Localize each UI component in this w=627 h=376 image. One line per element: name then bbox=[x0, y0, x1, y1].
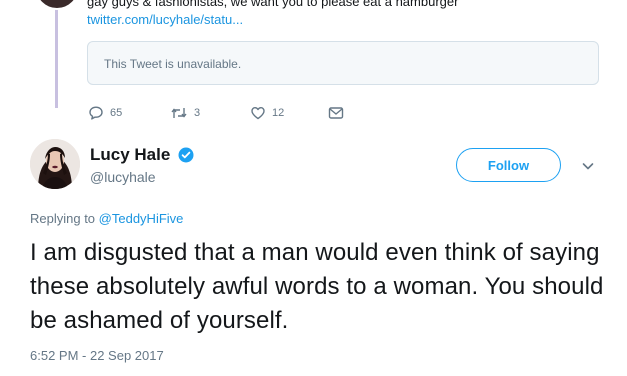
like-count: 12 bbox=[272, 107, 285, 119]
tweet-timestamp[interactable]: 6:52 PM - 22 Sep 2017 bbox=[30, 348, 164, 363]
previous-tweet-actions: 65 3 12 bbox=[88, 103, 344, 123]
heart-icon bbox=[251, 107, 265, 120]
previous-tweet-text: gay guys & fashionistas, we want you to … bbox=[87, 0, 459, 9]
like-button[interactable]: 12 bbox=[250, 105, 328, 121]
direct-message-icon bbox=[328, 107, 344, 119]
previous-tweet-link[interactable]: twitter.com/lucyhale/statu... bbox=[87, 12, 243, 27]
replying-to-mention[interactable]: @TeddyHiFive bbox=[99, 211, 184, 226]
retweet-icon bbox=[171, 108, 187, 118]
quoted-tweet-unavailable-notice: This Tweet is unavailable. bbox=[104, 57, 242, 71]
direct-message-button[interactable] bbox=[328, 105, 344, 121]
quoted-tweet-card: This Tweet is unavailable. bbox=[87, 41, 599, 85]
avatar[interactable] bbox=[30, 139, 80, 189]
retweet-button[interactable]: 3 bbox=[170, 105, 250, 121]
thread-connector-line bbox=[55, 0, 58, 108]
replying-to-prefix: Replying to bbox=[30, 211, 96, 226]
verified-badge-icon bbox=[178, 147, 194, 163]
reply-button[interactable]: 65 bbox=[88, 105, 170, 121]
tweet-text: I am disgusted that a man would even thi… bbox=[30, 239, 604, 334]
reply-count: 65 bbox=[110, 107, 123, 119]
retweet-count: 3 bbox=[194, 107, 201, 119]
author-handle[interactable]: @lucyhale bbox=[90, 169, 156, 185]
replying-to-line: Replying to @TeddyHiFive bbox=[30, 211, 183, 226]
reply-icon bbox=[89, 106, 103, 120]
chevron-down-icon[interactable] bbox=[580, 158, 596, 174]
author-name[interactable]: Lucy Hale bbox=[90, 145, 170, 165]
follow-button[interactable]: Follow bbox=[456, 148, 561, 182]
profile-photo bbox=[30, 139, 80, 189]
previous-tweet-avatar[interactable] bbox=[34, 0, 80, 10]
